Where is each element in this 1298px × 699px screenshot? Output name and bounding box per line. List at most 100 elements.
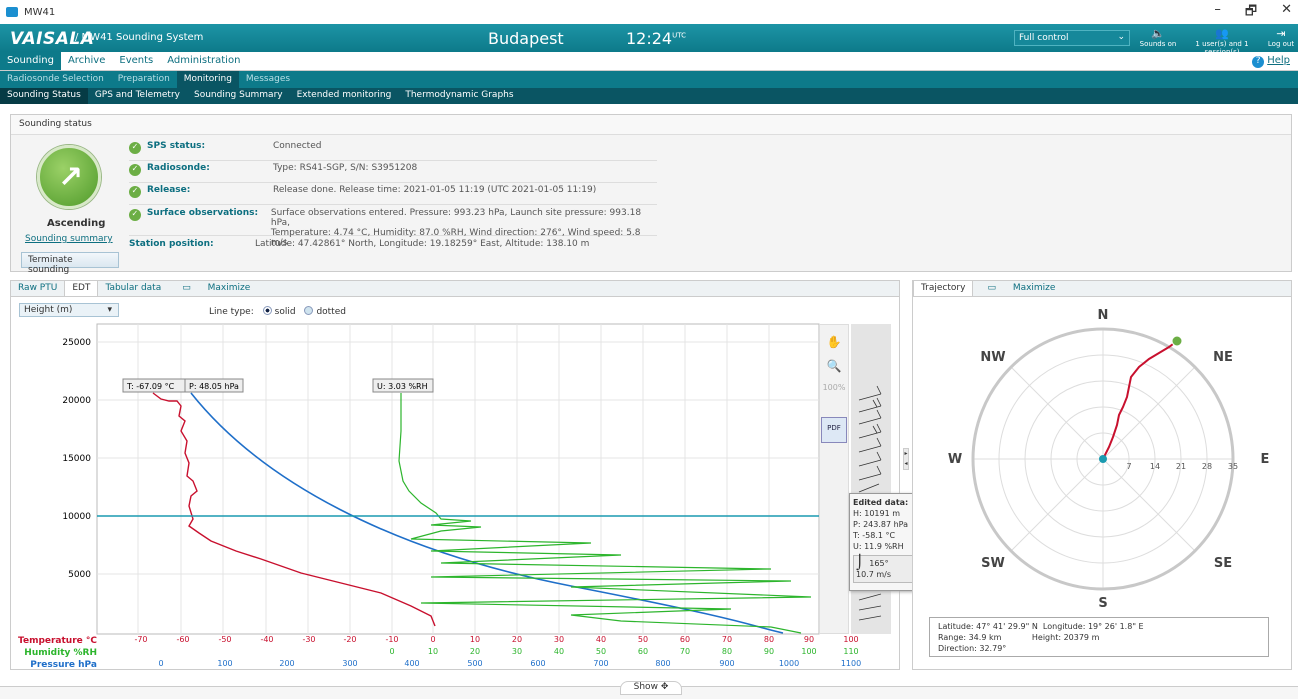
graph-toolbar: ✋ 🔍 100% (819, 324, 849, 634)
clock-time: 12:24 (626, 29, 673, 48)
nav-gps-telemetry[interactable]: GPS and Telemetry (88, 88, 187, 104)
status-label: Station position: (129, 239, 214, 249)
press-tick: 800 (655, 659, 670, 668)
temp-tick: 90 (804, 635, 814, 644)
pan-hand-icon[interactable]: ✋ (820, 335, 848, 349)
trajectory-plot[interactable]: N NE E SE S SW W NW 7 14 21 28 35 (913, 297, 1293, 617)
temp-tick: -60 (176, 635, 189, 644)
status-value: Latitude: 47.42861° North, Longitude: 19… (255, 239, 590, 249)
temperature-label: T: -67.09 °C (126, 382, 175, 391)
plot-area (96, 323, 820, 635)
edited-wind-speed: 10.7 m/s (856, 570, 892, 579)
nav-messages[interactable]: Messages (239, 71, 297, 88)
temp-tick: -50 (218, 635, 231, 644)
show-panel-button[interactable]: Show ✥ (620, 681, 682, 695)
pdf-icon: PDF (827, 424, 841, 432)
sounding-summary-link[interactable]: Sounding summary (25, 234, 113, 244)
nav-monitoring[interactable]: Monitoring (176, 71, 239, 88)
tab-trajectory[interactable]: Trajectory (913, 281, 974, 296)
hum-tick: 40 (554, 647, 564, 656)
check-icon: ✓ (129, 186, 141, 198)
nav-archive[interactable]: Archive (61, 52, 112, 70)
logout-label: Log out (1267, 40, 1295, 48)
hum-tick: 50 (596, 647, 606, 656)
status-value-line1: Surface observations entered. Pressure: … (270, 208, 642, 228)
control-mode-value: Full control (1019, 33, 1069, 43)
wind-barb-icon: ⌡ (856, 555, 864, 571)
dir-nw: NW (980, 350, 1005, 365)
trajectory-maximize-button[interactable]: ▭ Maximize (973, 281, 1069, 296)
y-tick-25000: 25000 (62, 338, 91, 348)
edt-chart[interactable]: 25000 20000 15000 10000 5000 T: -67.09 °… (11, 281, 901, 671)
sounds-toggle[interactable]: 🔈 Sounds on (1138, 27, 1178, 48)
press-tick: 600 (530, 659, 545, 668)
current-position-marker[interactable] (1171, 335, 1183, 347)
trajectory-tabs: Trajectory ▭ Maximize (913, 281, 1291, 297)
ring-label: 14 (1150, 462, 1160, 471)
hum-tick: 20 (470, 647, 480, 656)
sounding-state: Ascending (47, 218, 106, 229)
zoom-reset-button[interactable]: 100% (820, 383, 848, 392)
help-label: Help (1267, 55, 1290, 66)
axis-legend: Temperature °C Humidity %RH Pressure hPa (15, 635, 97, 671)
nav-sounding-status[interactable]: Sounding Status (0, 88, 88, 104)
check-icon: ✓ (129, 209, 141, 221)
help-link[interactable]: ? Help (1252, 55, 1290, 68)
press-tick: 700 (593, 659, 608, 668)
status-label: Release: (147, 185, 191, 195)
press-tick: 200 (279, 659, 294, 668)
status-row-surface: ✓ Surface observations: Surface observat… (129, 208, 657, 248)
maximize-button[interactable]: 🗗 (1245, 2, 1257, 24)
panel-title: Sounding status (11, 115, 1291, 135)
press-tick: 900 (719, 659, 734, 668)
edited-title: Edited data: (853, 498, 909, 507)
info-latitude: Latitude: 47° 41' 29.9" N (938, 622, 1038, 631)
nav-events[interactable]: Events (112, 52, 160, 70)
sub-nav: Radiosonde Selection Preparation Monitor… (0, 71, 1298, 88)
nav-preparation[interactable]: Preparation (111, 71, 177, 88)
info-height: Height: 20379 m (1031, 633, 1100, 642)
temp-tick: 50 (638, 635, 648, 644)
press-tick: 1000 (779, 659, 799, 668)
temp-tick: 70 (722, 635, 732, 644)
temp-tick: 60 (680, 635, 690, 644)
temp-tick: 0 (430, 635, 435, 644)
status-value: Connected (273, 141, 322, 151)
pdf-export-button[interactable]: PDF (821, 417, 847, 443)
info-longitude: Longitude: 19° 26' 1.8" E (1042, 622, 1144, 631)
show-label: Show (633, 682, 658, 692)
dir-n: N (1098, 308, 1109, 323)
system-name: / MW41 Sounding System (75, 32, 204, 43)
temp-tick: 40 (596, 635, 606, 644)
status-label: Surface observations: (146, 208, 259, 218)
ring-label: 21 (1176, 462, 1186, 471)
nav-radiosonde-selection[interactable]: Radiosonde Selection (0, 71, 111, 88)
hum-tick: 90 (764, 647, 774, 656)
status-label: Radiosonde: (147, 163, 210, 173)
temp-tick: -40 (260, 635, 273, 644)
monitoring-nav: Sounding Status GPS and Telemetry Soundi… (0, 88, 1298, 104)
hum-tick: 80 (722, 647, 732, 656)
press-tick: 100 (217, 659, 232, 668)
minimize-button[interactable]: – (1214, 2, 1221, 24)
pressure-axis: 0 100 200 300 400 500 600 700 800 900 10… (158, 659, 861, 668)
nav-extended-monitoring[interactable]: Extended monitoring (290, 88, 399, 104)
main-nav: Sounding Archive Events Administration (0, 52, 1298, 71)
nav-sounding[interactable]: Sounding (0, 52, 61, 70)
hum-tick: 60 (638, 647, 648, 656)
dir-e: E (1261, 452, 1270, 467)
dir-s: S (1098, 596, 1107, 611)
terminate-sounding-button[interactable]: Terminate sounding (21, 252, 119, 275)
control-mode-select[interactable]: Full control ⌄ (1014, 30, 1130, 46)
nav-sounding-summary[interactable]: Sounding Summary (187, 88, 290, 104)
dir-w: W (948, 452, 962, 467)
users-icon: 👥 (1215, 27, 1229, 40)
nav-thermodynamic-graphs[interactable]: Thermodynamic Graphs (398, 88, 520, 104)
close-button[interactable]: ✕ (1281, 2, 1292, 24)
dir-se: SE (1214, 556, 1232, 571)
logout-button[interactable]: ⇥ Log out (1266, 27, 1296, 48)
station-city: Budapest (488, 29, 564, 48)
nav-administration[interactable]: Administration (160, 52, 247, 70)
zoom-icon[interactable]: 🔍 (820, 359, 848, 373)
panel-splitter-handle[interactable]: ▸ ◂ (903, 448, 909, 470)
